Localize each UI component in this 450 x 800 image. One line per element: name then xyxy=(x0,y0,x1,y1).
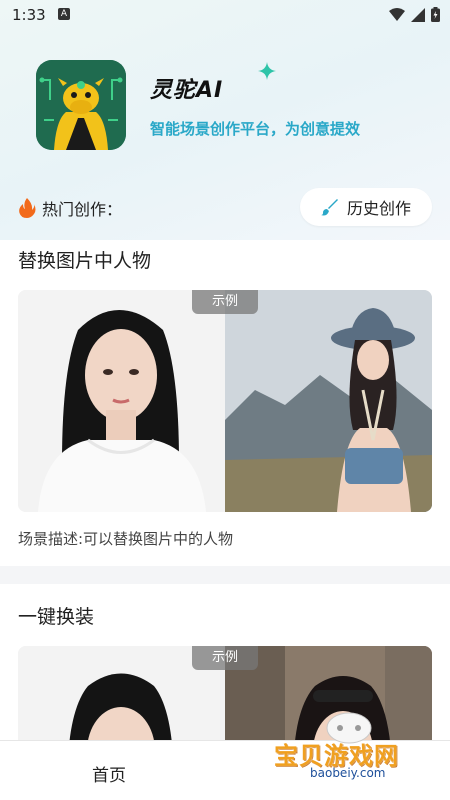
watermark-logo: 宝贝游戏网 baobeiy.com xyxy=(274,706,424,796)
card-description: 场景描述:可以替换图片中的人物 xyxy=(18,530,234,548)
app-name: 灵驼AI xyxy=(150,78,224,103)
notification-icon: A xyxy=(58,8,70,20)
app-tagline: 智能场景创作平台，为创意提效 xyxy=(150,120,361,138)
watermark-url: baobeiy.com xyxy=(310,766,386,780)
wifi-icon xyxy=(389,7,405,21)
template-card-replace-person[interactable]: 替换图片中人物 示例 场景描述:可以替换图片中的人物 xyxy=(0,240,450,566)
result-photo xyxy=(225,290,432,512)
example-badge: 示例 xyxy=(192,290,258,314)
fire-icon xyxy=(19,198,36,218)
source-photo xyxy=(18,290,225,512)
signal-icon xyxy=(411,7,425,22)
history-button[interactable]: 历史创作 xyxy=(300,188,432,226)
status-time: 1:33 xyxy=(12,6,46,24)
hot-creation-label: 热门创作： xyxy=(18,196,122,220)
battery-icon xyxy=(431,7,440,22)
camel-logo-icon xyxy=(36,60,126,150)
status-icons xyxy=(389,7,440,22)
brush-icon xyxy=(320,199,338,216)
example-badge: 示例 xyxy=(192,646,258,670)
example-image[interactable]: 示例 xyxy=(18,290,432,512)
hot-label-text: 热门创作： xyxy=(42,200,123,219)
status-bar: 1:33 A xyxy=(0,0,450,30)
sparkle-icon xyxy=(258,62,276,80)
history-button-label: 历史创作 xyxy=(346,199,411,218)
card-title: 替换图片中人物 xyxy=(18,250,152,272)
card-title: 一键换装 xyxy=(18,606,95,628)
nav-home-tab[interactable]: 首页 xyxy=(92,761,126,786)
